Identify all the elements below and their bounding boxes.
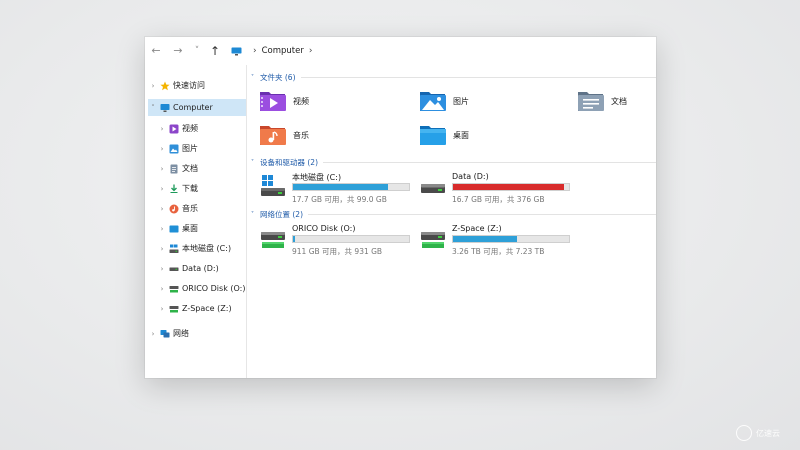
sidebar-item-documents[interactable]: › 文档 bbox=[157, 160, 246, 177]
drive-z-space-z[interactable]: Z-Space (Z:) 3.26 TB 可用，共 7.23 TB bbox=[420, 224, 580, 258]
computer-icon bbox=[160, 103, 170, 113]
star-icon bbox=[160, 81, 170, 91]
drive-orico-disk-o[interactable]: ORICO Disk (O:) 911 GB 可用，共 931 GB bbox=[260, 224, 420, 258]
navigation-pane: › 快速访问 ˅ Computer › 视频 › 图片 › 文档 › 下载 › … bbox=[145, 65, 247, 378]
drive-usage-bar bbox=[452, 183, 570, 191]
folder-music[interactable]: 音乐 bbox=[259, 121, 309, 149]
desktop-icon bbox=[169, 224, 179, 234]
video-folder-icon bbox=[259, 89, 287, 113]
chevron-right-icon[interactable]: › bbox=[148, 82, 158, 90]
content-pane: ˅ 文件夹 (6) 视频 图片 文档 音乐 桌面 ˅ 设备和驱动器 (2) 本地… bbox=[247, 65, 656, 378]
network-drive-icon bbox=[169, 284, 179, 294]
chevron-right-icon[interactable]: › bbox=[157, 285, 167, 293]
drive-icon bbox=[420, 174, 446, 198]
sidebar-item-z-space-z[interactable]: › Z-Space (Z:) bbox=[157, 300, 246, 317]
chevron-right-icon[interactable]: › bbox=[157, 205, 167, 213]
sidebar-item-computer[interactable]: ˅ Computer bbox=[148, 99, 246, 116]
breadcrumb-computer[interactable]: Computer bbox=[262, 46, 304, 56]
network-icon bbox=[160, 329, 170, 339]
drive-usage-bar bbox=[452, 235, 570, 243]
download-icon bbox=[169, 184, 179, 194]
breadcrumb-separator: › bbox=[253, 46, 257, 56]
chevron-down-icon[interactable]: ˅ bbox=[251, 211, 260, 218]
chevron-down-icon[interactable]: ˅ bbox=[148, 104, 158, 112]
watermark: 亿速云 bbox=[736, 425, 780, 441]
navigation-toolbar: ← → ˅ ↑ › Computer › bbox=[145, 37, 656, 65]
chevron-right-icon[interactable]: › bbox=[157, 265, 167, 273]
network-drive-icon bbox=[260, 226, 286, 250]
sidebar-item-orico-disk-o[interactable]: › ORICO Disk (O:) bbox=[157, 280, 246, 297]
watermark-logo-icon bbox=[736, 425, 752, 441]
drive-usage-bar bbox=[292, 183, 410, 191]
drive-local-disk-c[interactable]: 本地磁盘 (C:) 17.7 GB 可用，共 99.0 GB bbox=[260, 172, 420, 206]
video-icon bbox=[169, 124, 179, 134]
sidebar-item-desktop[interactable]: › 桌面 bbox=[157, 220, 246, 237]
chevron-right-icon[interactable]: › bbox=[157, 125, 167, 133]
up-button[interactable]: ↑ bbox=[208, 42, 222, 60]
forward-button[interactable]: → bbox=[171, 42, 185, 60]
sidebar-item-local-disk-c[interactable]: › 本地磁盘 (C:) bbox=[157, 240, 246, 257]
network-drive-icon bbox=[169, 304, 179, 314]
group-header-folders[interactable]: ˅ 文件夹 (6) bbox=[251, 71, 656, 83]
sidebar-item-videos[interactable]: › 视频 bbox=[157, 120, 246, 137]
picture-icon bbox=[169, 144, 179, 154]
chevron-right-icon[interactable]: › bbox=[157, 145, 167, 153]
recent-locations-button[interactable]: ˅ bbox=[190, 42, 204, 60]
music-folder-icon bbox=[259, 123, 287, 147]
drive-usage-bar bbox=[292, 235, 410, 243]
folder-documents[interactable]: 文档 bbox=[577, 87, 627, 115]
music-icon bbox=[169, 204, 179, 214]
chevron-down-icon[interactable]: ˅ bbox=[251, 159, 260, 166]
chevron-right-icon[interactable]: › bbox=[157, 305, 167, 313]
pictures-folder-icon bbox=[419, 89, 447, 113]
document-icon bbox=[169, 164, 179, 174]
group-header-devices[interactable]: ˅ 设备和驱动器 (2) bbox=[251, 156, 656, 168]
drive-icon bbox=[169, 264, 179, 274]
sidebar-item-pictures[interactable]: › 图片 bbox=[157, 140, 246, 157]
windows-drive-icon bbox=[169, 244, 179, 254]
chevron-right-icon[interactable]: › bbox=[157, 185, 167, 193]
chevron-right-icon[interactable]: › bbox=[157, 245, 167, 253]
sidebar-item-music[interactable]: › 音乐 bbox=[157, 200, 246, 217]
chevron-right-icon[interactable]: › bbox=[157, 225, 167, 233]
sidebar-item-data-d[interactable]: › Data (D:) bbox=[157, 260, 246, 277]
sidebar-item-network[interactable]: › 网络 bbox=[148, 325, 246, 342]
file-explorer-window: ← → ˅ ↑ › Computer › › 快速访问 ˅ Computer ›… bbox=[145, 37, 656, 378]
computer-icon bbox=[231, 47, 242, 56]
windows-drive-icon bbox=[260, 174, 286, 198]
chevron-down-icon[interactable]: ˅ bbox=[251, 74, 260, 81]
folder-desktop[interactable]: 桌面 bbox=[419, 121, 469, 149]
sidebar-item-quick-access[interactable]: › 快速访问 bbox=[148, 77, 246, 94]
folder-videos[interactable]: 视频 bbox=[259, 87, 309, 115]
network-drive-icon bbox=[420, 226, 446, 250]
back-button[interactable]: ← bbox=[149, 42, 163, 60]
chevron-right-icon[interactable]: › bbox=[148, 330, 158, 338]
drive-data-d[interactable]: Data (D:) 16.7 GB 可用，共 376 GB bbox=[420, 172, 580, 206]
documents-folder-icon bbox=[577, 89, 605, 113]
breadcrumb-chevron[interactable]: › bbox=[309, 46, 313, 56]
group-header-network[interactable]: ˅ 网络位置 (2) bbox=[251, 208, 656, 220]
chevron-right-icon[interactable]: › bbox=[157, 165, 167, 173]
desktop-folder-icon bbox=[419, 123, 447, 147]
folder-pictures[interactable]: 图片 bbox=[419, 87, 469, 115]
sidebar-item-downloads[interactable]: › 下载 bbox=[157, 180, 246, 197]
address-bar[interactable]: › Computer › bbox=[231, 37, 317, 65]
